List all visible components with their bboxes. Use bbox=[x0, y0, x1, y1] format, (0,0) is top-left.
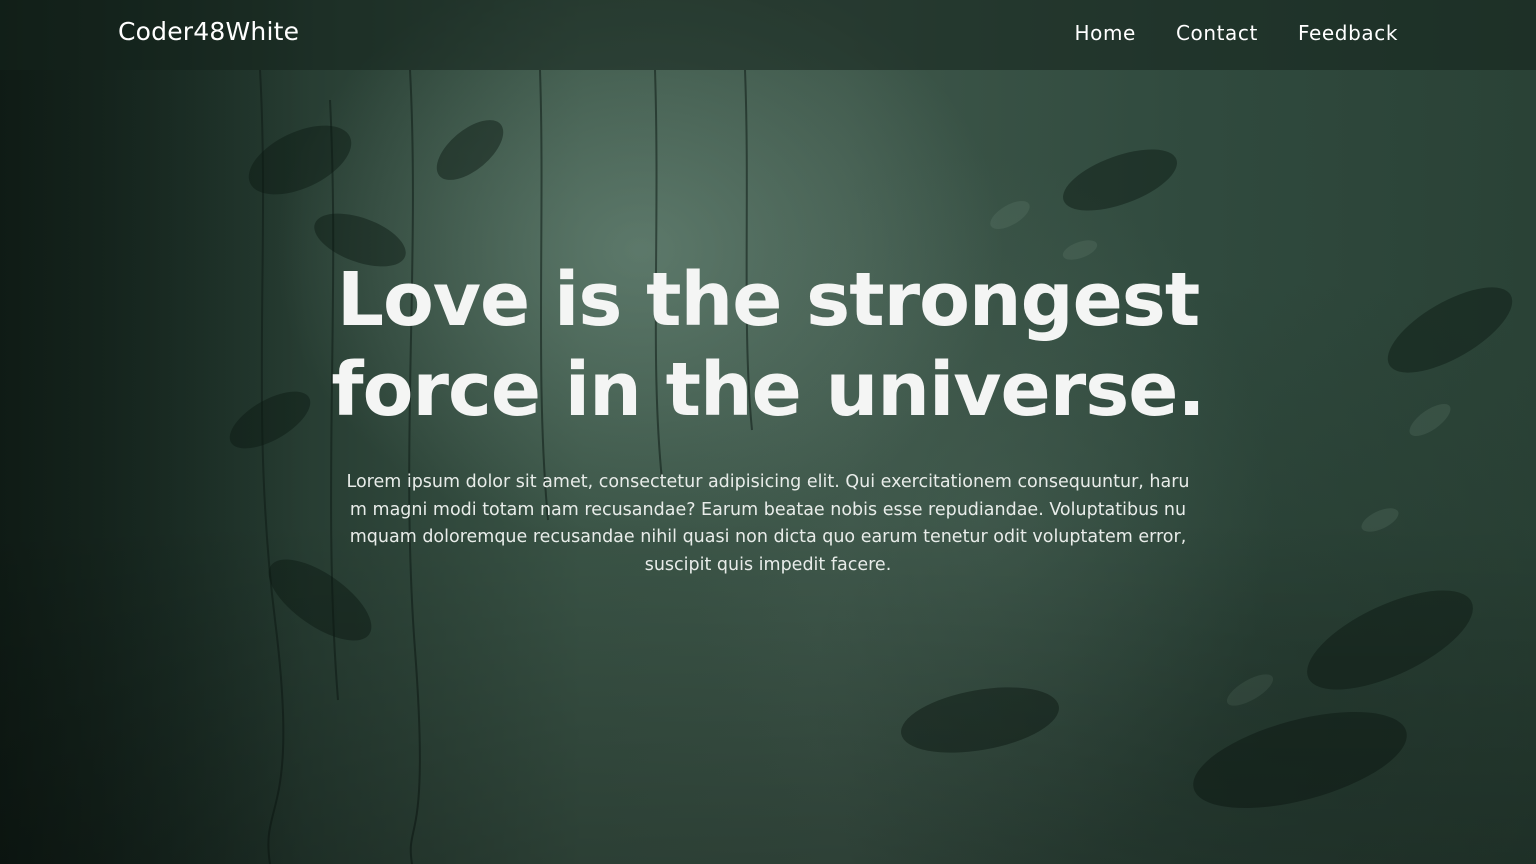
brand-logo-link[interactable]: Coder48White bbox=[118, 17, 299, 46]
nav-link-feedback[interactable]: Feedback bbox=[1298, 21, 1398, 45]
landing-page: Coder48White Home Contact Feedback Love … bbox=[0, 0, 1536, 864]
nav-menu: Home Contact Feedback bbox=[1074, 21, 1398, 45]
nav-item-feedback: Feedback bbox=[1298, 21, 1398, 45]
nav-item-home: Home bbox=[1074, 21, 1135, 45]
hero-title: Love is the strongest force in the unive… bbox=[318, 255, 1218, 435]
hero-title-line-2: force in the universe. bbox=[331, 347, 1205, 433]
nav-link-home[interactable]: Home bbox=[1074, 21, 1135, 45]
nav-link-contact[interactable]: Contact bbox=[1176, 21, 1258, 45]
nav-item-contact: Contact bbox=[1176, 21, 1258, 45]
hero-description: Lorem ipsum dolor sit amet, consectetur … bbox=[346, 472, 1190, 575]
hero-title-line-1: Love is the strongest bbox=[336, 257, 1200, 343]
top-navbar: Coder48White Home Contact Feedback bbox=[0, 0, 1536, 70]
hero-section: Love is the strongest force in the unive… bbox=[0, 255, 1536, 579]
